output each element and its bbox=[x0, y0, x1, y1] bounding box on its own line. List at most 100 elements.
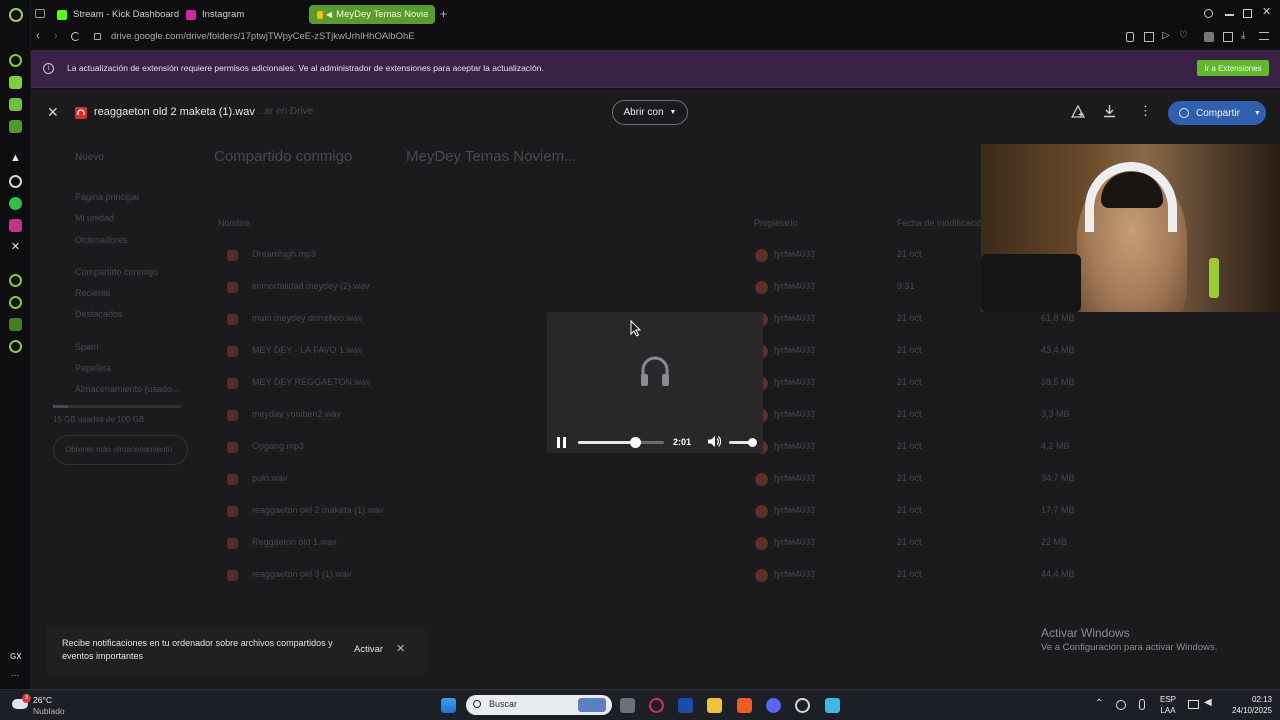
nav-my-drive[interactable]: Mi unidad bbox=[75, 213, 114, 223]
new-tab-button[interactable]: + bbox=[440, 7, 447, 21]
extensions-icon[interactable] bbox=[9, 318, 22, 331]
clock[interactable]: 02:13 24/10/2025 bbox=[1222, 694, 1272, 716]
close-notification-icon[interactable]: ✕ bbox=[396, 642, 405, 655]
tab-drive[interactable]: ◀ MeyDey Temas Novie bbox=[309, 5, 435, 24]
file-name: Dreamhigh.mp3 bbox=[252, 249, 317, 259]
wallet-icon[interactable] bbox=[1223, 32, 1233, 42]
pause-button[interactable] bbox=[557, 437, 566, 448]
file-owner: tyrfwl4033 bbox=[774, 313, 816, 323]
player-icon[interactable] bbox=[9, 274, 22, 287]
search-placeholder: Buscar bbox=[489, 699, 518, 709]
file-owner: tyrfwl4033 bbox=[774, 249, 816, 259]
app-icon[interactable] bbox=[678, 698, 693, 713]
instagram-icon[interactable] bbox=[9, 219, 22, 232]
settings-icon[interactable] bbox=[9, 340, 22, 353]
capcut-icon[interactable] bbox=[825, 698, 840, 713]
file-explorer-icon[interactable] bbox=[707, 698, 722, 713]
share-dropdown-icon[interactable]: ▼ bbox=[1254, 110, 1261, 117]
gx-label[interactable]: GX bbox=[10, 652, 22, 661]
column-name[interactable]: Nombre bbox=[218, 218, 250, 228]
column-owner[interactable]: Propietario bbox=[754, 218, 798, 228]
microphone-icon[interactable] bbox=[1139, 699, 1145, 710]
aria-icon[interactable]: ▲ bbox=[9, 152, 22, 165]
volume-slider[interactable] bbox=[729, 438, 757, 447]
url-field[interactable]: drive.google.com/drive/folders/17ptwjTWp… bbox=[111, 31, 415, 42]
play-icon[interactable]: ▷ bbox=[1162, 30, 1170, 41]
pin-icon[interactable] bbox=[1126, 32, 1134, 42]
nav-recent[interactable]: Reciente bbox=[75, 288, 111, 298]
nav-trash[interactable]: Papelera bbox=[75, 363, 111, 373]
seek-bar[interactable] bbox=[578, 437, 664, 448]
speaker-icon[interactable]: ◀ bbox=[1204, 697, 1212, 708]
seek-thumb[interactable] bbox=[629, 437, 641, 448]
history-icon[interactable] bbox=[9, 296, 22, 309]
weather-widget[interactable]: 3 26°C Nublado bbox=[10, 694, 80, 718]
download-icon[interactable] bbox=[1103, 104, 1116, 123]
workspaces-icon[interactable] bbox=[35, 9, 45, 18]
heart-icon[interactable]: ♡ bbox=[1179, 30, 1188, 41]
nav-shared[interactable]: Compartido conmigo bbox=[75, 267, 158, 277]
minimize-icon[interactable] bbox=[1225, 14, 1234, 16]
chatgpt-icon[interactable] bbox=[9, 175, 22, 188]
chatgpt-taskbar-icon[interactable] bbox=[795, 698, 810, 713]
more-icon[interactable]: ... bbox=[11, 668, 19, 679]
tray-chevron-icon[interactable]: ⌃ bbox=[1095, 698, 1103, 709]
reload-icon[interactable] bbox=[9, 54, 22, 67]
nav-computers[interactable]: Ordenadores bbox=[75, 235, 128, 245]
tab-kick[interactable]: Stream - Kick Dashboard bbox=[57, 5, 179, 24]
close-window-icon[interactable]: ✕ bbox=[1262, 5, 1271, 18]
m-icon[interactable] bbox=[9, 120, 22, 133]
brave-icon[interactable] bbox=[737, 698, 752, 713]
google-drive-icon bbox=[317, 10, 323, 19]
tab-instagram[interactable]: Instagram bbox=[186, 5, 244, 24]
file-name: pulo.wav bbox=[252, 473, 288, 483]
discord-icon[interactable] bbox=[766, 698, 781, 713]
task-view-icon[interactable] bbox=[620, 698, 635, 713]
nav-starred[interactable]: Destacados bbox=[75, 309, 123, 319]
search-tabs-icon[interactable] bbox=[1204, 9, 1213, 18]
twitch-icon[interactable] bbox=[9, 98, 22, 111]
add-shortcut-icon[interactable] bbox=[1070, 104, 1086, 124]
opera-logo-icon[interactable] bbox=[9, 8, 23, 22]
keyboard-code: LAA bbox=[1160, 706, 1176, 715]
forward-icon[interactable]: › bbox=[54, 30, 58, 42]
column-modified[interactable]: Fecha de modificación bbox=[897, 218, 987, 228]
activate-notifications-button[interactable]: Activar bbox=[354, 644, 383, 655]
taskbar-search[interactable]: Buscar bbox=[466, 695, 612, 715]
snapshot-icon[interactable] bbox=[1144, 32, 1154, 42]
x-icon[interactable]: ✕ bbox=[9, 241, 22, 254]
whatsapp-icon[interactable] bbox=[9, 197, 22, 210]
chart-icon[interactable] bbox=[9, 76, 22, 89]
seek-progress bbox=[578, 441, 635, 444]
extension-icon[interactable] bbox=[1204, 32, 1214, 42]
file-name: meyday yoniben2.wav bbox=[252, 409, 342, 419]
nav-home[interactable]: Página principal bbox=[75, 192, 139, 202]
more-options-icon[interactable]: ⋮ bbox=[1139, 104, 1152, 117]
display-icon[interactable] bbox=[1188, 700, 1199, 709]
open-with-button[interactable]: Abrir con ▼ bbox=[612, 100, 688, 125]
back-icon[interactable]: ‹ bbox=[36, 30, 40, 42]
new-button[interactable]: Nuevo bbox=[75, 152, 104, 163]
opera-gx-taskbar-icon[interactable] bbox=[649, 698, 664, 713]
breadcrumb-shared[interactable]: Compartido conmigo bbox=[214, 148, 352, 165]
nav-storage[interactable]: Almacenamiento (usado... bbox=[75, 384, 180, 394]
windows-start-icon[interactable] bbox=[441, 698, 456, 713]
go-to-extensions-button[interactable]: Ir a Extensiones bbox=[1197, 60, 1269, 76]
share-label: Compartir bbox=[1196, 107, 1240, 119]
reload-icon[interactable] bbox=[71, 32, 80, 41]
weather-desc: Nublado bbox=[33, 706, 65, 716]
volume-icon[interactable] bbox=[707, 435, 722, 453]
downloads-icon[interactable]: ⤓ bbox=[1241, 30, 1245, 41]
restore-icon[interactable] bbox=[1243, 9, 1252, 18]
share-button[interactable]: Compartir ▼ bbox=[1168, 101, 1266, 125]
volume-thumb[interactable] bbox=[747, 438, 757, 447]
tray-app-icon[interactable] bbox=[1116, 700, 1126, 710]
breadcrumb-folder[interactable]: MeyDey Temas Noviem... bbox=[406, 148, 577, 165]
file-modified: 21 oct bbox=[897, 473, 922, 483]
menu-icon[interactable] bbox=[1259, 32, 1269, 40]
language-indicator[interactable]: ESP LAA bbox=[1160, 694, 1176, 716]
nav-spam[interactable]: Spam bbox=[75, 342, 99, 352]
file-modified: 21 oct bbox=[897, 569, 922, 579]
audio-file-icon bbox=[227, 506, 238, 517]
close-viewer-icon[interactable]: ✕ bbox=[47, 104, 59, 121]
